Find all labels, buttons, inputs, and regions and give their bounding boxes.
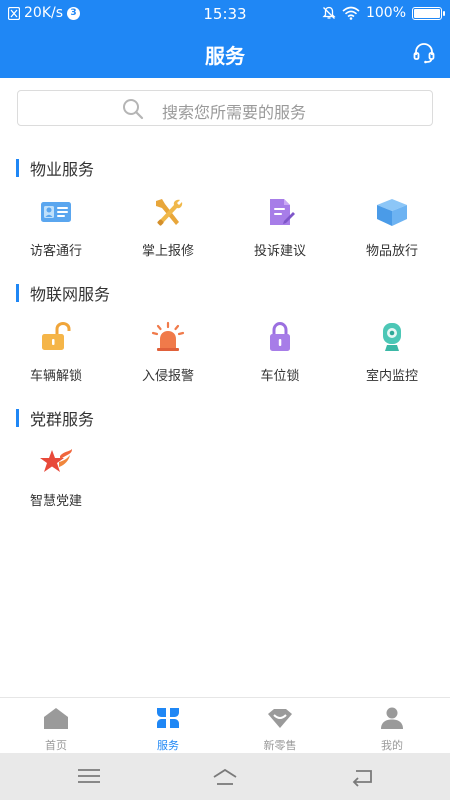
section-title-text: 物业服务 [30, 160, 95, 179]
nav-services[interactable]: 服务 [112, 706, 224, 753]
wifi-icon [342, 6, 360, 20]
section-accent-bar [16, 159, 19, 177]
section-title: 党群服务 [16, 409, 95, 429]
service-label: 物品放行 [365, 244, 418, 259]
nav-profile[interactable]: 我的 [336, 706, 448, 753]
package-box-icon [377, 199, 407, 226]
headset-icon[interactable] [412, 41, 436, 65]
visitor-card-icon [41, 202, 71, 222]
service-item-release[interactable]: 物品放行 [336, 196, 448, 259]
service-visitor-pass[interactable]: 访客通行 [0, 196, 112, 259]
service-label: 车位锁 [260, 369, 300, 384]
title-bar: 服务 [0, 28, 450, 78]
unlock-icon [42, 321, 71, 350]
service-label: 入侵报警 [141, 369, 194, 384]
alarm-light-icon [151, 321, 185, 351]
lock-icon [270, 321, 290, 351]
nav-label: 我的 [381, 739, 403, 752]
nav-label: 服务 [157, 739, 179, 752]
battery-percent: 100% [365, 5, 406, 21]
search-box[interactable]: 搜索您所需要的服务 [17, 90, 433, 126]
service-label: 室内监控 [365, 369, 418, 384]
nav-new-retail[interactable]: 新零售 [224, 706, 336, 753]
service-label: 智慧党建 [29, 494, 82, 509]
service-label: 车辆解锁 [29, 369, 82, 384]
retail-icon [268, 709, 292, 728]
complaint-doc-icon [270, 199, 295, 225]
status-right: 100% [322, 5, 445, 21]
profile-icon [381, 707, 403, 729]
section-title: 物联网服务 [16, 284, 111, 304]
page-title: 服务 [205, 44, 245, 68]
battery-fill [414, 8, 440, 18]
section-accent-bar [16, 284, 19, 302]
service-vehicle-unlock[interactable]: 车辆解锁 [0, 321, 112, 384]
home-button-icon[interactable] [212, 765, 238, 787]
nav-label: 首页 [45, 739, 67, 752]
status-bar: 20K/s 3 15:33 100% [0, 0, 450, 28]
service-label: 掌上报修 [141, 244, 194, 259]
service-complaint[interactable]: 投诉建议 [224, 196, 336, 259]
bottom-nav: 首页 服务 新零售 我的 [0, 697, 450, 753]
service-parking-lock[interactable]: 车位锁 [224, 321, 336, 384]
services-grid-icon [157, 708, 179, 728]
service-smart-party[interactable]: 智慧党建 [0, 446, 112, 509]
section-accent-bar [16, 409, 19, 427]
repair-tools-icon [156, 199, 183, 226]
battery-icon [412, 6, 445, 20]
service-intrusion-alarm[interactable]: 入侵报警 [112, 321, 224, 384]
camera-icon [383, 323, 401, 351]
service-indoor-monitoring[interactable]: 室内监控 [336, 321, 448, 384]
nav-label: 新零售 [263, 739, 297, 752]
service-mobile-repair[interactable]: 掌上报修 [112, 196, 224, 259]
app-screen: 20K/s 3 15:33 100% 服务 搜索您所需要的服务 物业服务 访客通… [0, 0, 450, 800]
search-placeholder: 搜索您所需要的服务 [162, 103, 307, 122]
silent-bell-icon [322, 6, 336, 19]
section-title: 物业服务 [16, 159, 95, 179]
menu-icon[interactable] [76, 765, 102, 787]
back-icon[interactable] [350, 765, 376, 787]
system-nav-bar [0, 753, 450, 800]
service-label: 访客通行 [29, 244, 82, 259]
section-title-text: 党群服务 [30, 410, 95, 429]
section-title-text: 物联网服务 [30, 285, 111, 304]
nav-home[interactable]: 首页 [0, 706, 112, 753]
search-icon [123, 99, 144, 120]
service-label: 投诉建议 [253, 244, 306, 259]
home-icon [44, 708, 68, 729]
party-star-icon [40, 449, 72, 472]
